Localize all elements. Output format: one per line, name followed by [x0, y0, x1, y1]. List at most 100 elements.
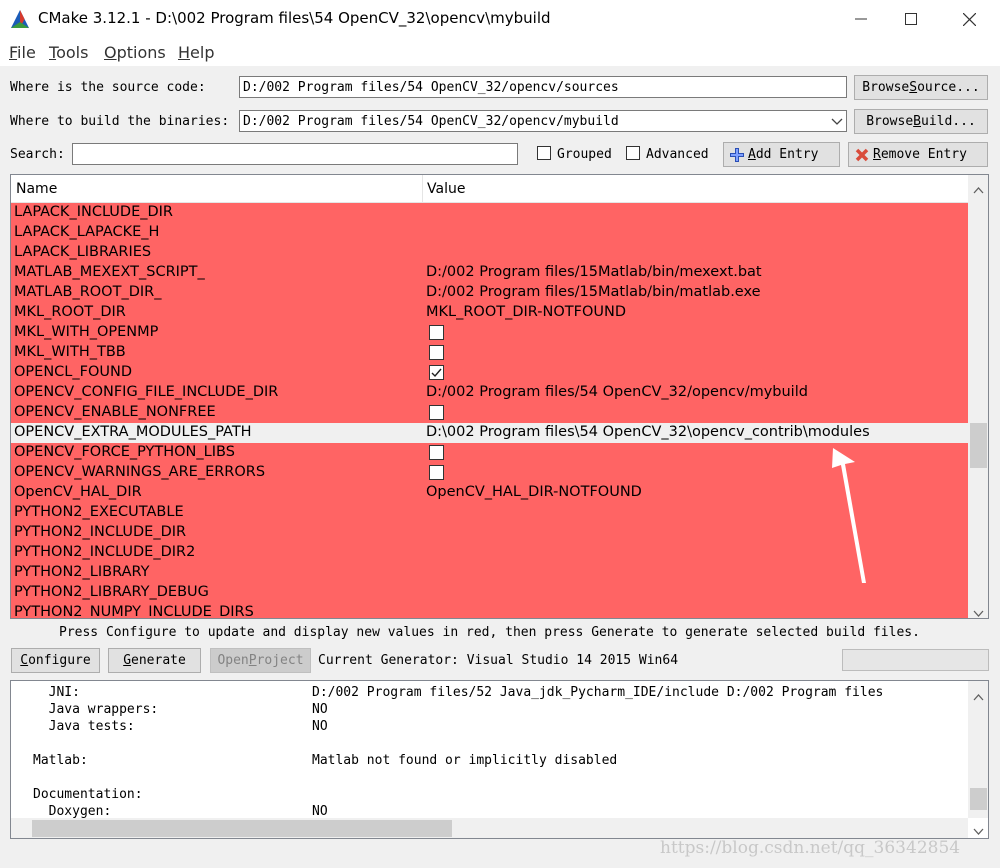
- current-generator-text: Current Generator: Visual Studio 14 2015…: [318, 653, 679, 668]
- grouped-label: Grouped: [557, 147, 612, 162]
- output-log[interactable]: JNI: D:/002 Program files/52 Java_jdk_Pyc…: [10, 680, 989, 839]
- row-value-checkbox[interactable]: [429, 445, 444, 460]
- row-value[interactable]: D:/002 Program files/54 OpenCV_32/opencv…: [426, 384, 808, 400]
- output-line-value: NO: [312, 702, 328, 717]
- output-line-label: Matlab:: [33, 753, 88, 768]
- cmake-logo-icon: [10, 9, 30, 29]
- row-name: OPENCV_WARNINGS_ARE_ERRORS: [14, 464, 266, 480]
- configure-button[interactable]: Configure: [11, 648, 100, 673]
- output-line-value: D:/002 Program files/52 Java_jdk_Pycharm…: [312, 685, 884, 700]
- browse-source-button[interactable]: Browse Source...: [854, 75, 988, 100]
- table-row[interactable]: PYTHON2_NUMPY_INCLUDE_DIRS: [11, 603, 968, 619]
- output-scroll-down-icon[interactable]: [973, 821, 984, 838]
- remove-x-icon: [855, 148, 869, 161]
- advanced-label: Advanced: [646, 147, 709, 162]
- table-row[interactable]: LAPACK_INCLUDE_DIR: [11, 203, 968, 223]
- source-path-input[interactable]: D:/002 Program files/54 OpenCV_32/opencv…: [239, 76, 847, 98]
- output-line-label: Documentation:: [33, 787, 143, 802]
- status-message: Press Configure to update and display ne…: [59, 625, 920, 640]
- row-name: MATLAB_MEXEXT_SCRIPT_: [14, 264, 205, 280]
- column-divider: [422, 175, 423, 203]
- minimize-button[interactable]: [836, 0, 886, 38]
- generate-button[interactable]: Generate: [108, 648, 201, 673]
- column-header-name[interactable]: Name: [16, 181, 57, 197]
- output-line-label: Java tests:: [33, 719, 135, 734]
- output-hscroll-thumb[interactable]: [32, 820, 452, 837]
- remove-entry-button[interactable]: Remove Entry: [848, 142, 988, 167]
- window-title: CMake 3.12.1 - D:\002 Program files\54 O…: [38, 9, 551, 27]
- build-label: Where to build the binaries:: [10, 114, 230, 129]
- grouped-checkbox[interactable]: [537, 146, 551, 160]
- row-name: PYTHON2_EXECUTABLE: [14, 504, 184, 520]
- chevron-down-icon[interactable]: [829, 112, 845, 130]
- annotation-arrow-icon: [832, 448, 866, 583]
- output-scroll-thumb[interactable]: [970, 788, 987, 810]
- row-value[interactable]: OpenCV_HAL_DIR-NOTFOUND: [426, 484, 642, 500]
- table-header: Name Value: [11, 175, 968, 203]
- plus-icon: [730, 147, 744, 162]
- row-value-checkbox[interactable]: [429, 345, 444, 360]
- output-scroll-up-icon[interactable]: [973, 686, 984, 705]
- browse-build-button[interactable]: Browse Build...: [854, 109, 988, 134]
- row-name: OPENCV_EXTRA_MODULES_PATH: [14, 424, 252, 440]
- row-name: OpenCV_HAL_DIR: [14, 484, 142, 500]
- row-name: LAPACK_LAPACKE_H: [14, 224, 160, 240]
- scroll-up-icon[interactable]: [973, 179, 984, 198]
- row-value[interactable]: D:/002 Program files/15Matlab/bin/mexext…: [426, 264, 762, 280]
- table-vertical-scrollbar[interactable]: [968, 175, 988, 618]
- row-value[interactable]: D:\002 Program files\54 OpenCV_32\opencv…: [426, 424, 870, 440]
- table-row[interactable]: OPENCL_FOUND: [11, 363, 968, 383]
- table-row[interactable]: MATLAB_ROOT_DIR_ D:/002 Program files/15M…: [11, 283, 968, 303]
- row-name: OPENCL_FOUND: [14, 364, 132, 380]
- search-label: Search:: [10, 147, 65, 162]
- column-header-value[interactable]: Value: [427, 181, 465, 197]
- table-row[interactable]: OPENCV_CONFIG_FILE_INCLUDE_DIR D:/002 Pro…: [11, 383, 968, 403]
- row-name: PYTHON2_NUMPY_INCLUDE_DIRS: [14, 604, 254, 619]
- menu-file[interactable]: File: [9, 43, 36, 62]
- output-line-value: NO: [312, 804, 328, 819]
- watermark-text: https://blog.csdn.net/qq_36342854: [660, 838, 961, 858]
- output-line-label: Doxygen:: [33, 804, 112, 819]
- open-project-button[interactable]: Open Project: [210, 648, 311, 673]
- table-scroll-thumb[interactable]: [970, 423, 987, 468]
- row-name: OPENCV_CONFIG_FILE_INCLUDE_DIR: [14, 384, 279, 400]
- maximize-button[interactable]: [886, 0, 936, 38]
- table-row[interactable]: MKL_ROOT_DIR MKL_ROOT_DIR-NOTFOUND: [11, 303, 968, 323]
- table-row[interactable]: MKL_WITH_TBB: [11, 343, 968, 363]
- close-icon: [962, 12, 976, 26]
- table-row[interactable]: MKL_WITH_OPENMP: [11, 323, 968, 343]
- scroll-down-icon[interactable]: [973, 603, 984, 618]
- search-input[interactable]: [72, 143, 518, 165]
- row-name: PYTHON2_INCLUDE_DIR: [14, 524, 187, 540]
- table-row[interactable]: LAPACK_LIBRARIES: [11, 243, 968, 263]
- cache-table[interactable]: Name Value LAPACK_INCLUDE_DIR LAPACK_LAPA…: [10, 174, 989, 619]
- row-name: LAPACK_LIBRARIES: [14, 244, 152, 260]
- menu-help[interactable]: Help: [178, 43, 214, 62]
- row-value[interactable]: MKL_ROOT_DIR-NOTFOUND: [426, 304, 626, 320]
- row-value-checkbox[interactable]: [429, 325, 444, 340]
- add-entry-button[interactable]: Add Entry: [723, 142, 840, 167]
- table-row[interactable]: LAPACK_LAPACKE_H: [11, 223, 968, 243]
- progress-bar: [842, 649, 989, 671]
- menu-options[interactable]: Options: [104, 43, 166, 62]
- row-value[interactable]: D:/002 Program files/15Matlab/bin/matlab…: [426, 284, 761, 300]
- table-row[interactable]: MATLAB_MEXEXT_SCRIPT_ D:/002 Program file…: [11, 263, 968, 283]
- table-row[interactable]: OPENCV_ENABLE_NONFREE: [11, 403, 968, 423]
- row-value-checkbox[interactable]: [429, 405, 444, 420]
- maximize-icon: [905, 13, 917, 25]
- advanced-checkbox[interactable]: [626, 146, 640, 160]
- build-path-value: D:/002 Program files/54 OpenCV_32/opencv…: [243, 113, 619, 129]
- row-value-checkbox[interactable]: [429, 365, 444, 380]
- menu-tools[interactable]: Tools: [49, 43, 88, 62]
- row-name: OPENCV_ENABLE_NONFREE: [14, 404, 216, 420]
- output-line-value: NO: [312, 719, 328, 734]
- output-horizontal-scrollbar[interactable]: [11, 818, 968, 838]
- build-path-combobox[interactable]: D:/002 Program files/54 OpenCV_32/opencv…: [239, 110, 847, 132]
- row-name: OPENCV_FORCE_PYTHON_LIBS: [14, 444, 235, 460]
- row-name: PYTHON2_LIBRARY_DEBUG: [14, 584, 209, 600]
- minimize-icon: [855, 18, 867, 20]
- output-vertical-scrollbar[interactable]: [968, 681, 988, 835]
- row-value-checkbox[interactable]: [429, 465, 444, 480]
- row-name: PYTHON2_LIBRARY: [14, 564, 150, 580]
- close-button[interactable]: [944, 0, 994, 38]
